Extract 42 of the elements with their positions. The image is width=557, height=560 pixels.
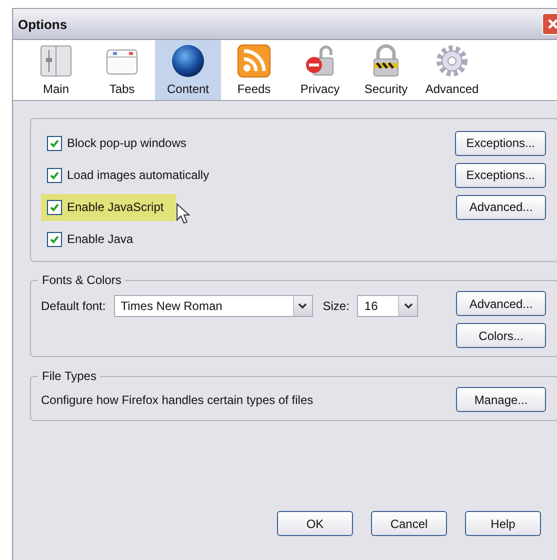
group-title: Fonts & Colors	[41, 273, 122, 287]
size-dropdown[interactable]: 16	[357, 295, 418, 317]
globe-icon	[171, 44, 205, 78]
option-label: Enable JavaScript	[67, 200, 164, 214]
toolbar-tab[interactable]: Content	[155, 40, 221, 100]
checkbox[interactable]	[47, 232, 62, 246]
fonts-button[interactable]: Colors...	[456, 323, 546, 348]
manage-button[interactable]: Manage...	[456, 387, 546, 412]
window-title: Options	[18, 16, 68, 32]
gear-icon	[435, 44, 469, 78]
checkbox[interactable]	[47, 168, 62, 182]
dialog-button[interactable]: Help	[465, 511, 541, 536]
dialog-button[interactable]: OK	[277, 511, 353, 536]
field-label: Size:	[322, 299, 350, 313]
dialog-button[interactable]: Cancel	[371, 511, 447, 536]
file-types-description: Configure how Firefox handles certain types of files	[41, 392, 314, 406]
option-label: Block pop-up windows	[67, 136, 186, 150]
switch-panel-icon	[39, 44, 73, 78]
close-icon	[546, 17, 557, 31]
option-button[interactable]: Exceptions...	[455, 162, 546, 188]
fonts-button[interactable]: Advanced...	[456, 291, 546, 316]
toolbar-tab[interactable]: Advanced	[419, 40, 485, 100]
mouse-pointer-icon	[176, 202, 190, 224]
option-button[interactable]: Exceptions...	[455, 130, 546, 156]
feed-icon	[237, 44, 271, 78]
toolbar-tab[interactable]: Security	[353, 40, 419, 100]
option-label: Load images automatically	[67, 168, 210, 182]
checkmark-icon	[50, 138, 59, 148]
option-button[interactable]: Advanced...	[456, 194, 546, 220]
toolbar-tab[interactable]: Privacy	[287, 40, 353, 100]
font-dropdown[interactable]: Times New Roman	[114, 295, 313, 317]
checkmark-icon	[50, 234, 59, 244]
field-label: Default font:	[41, 299, 106, 313]
toolbar-tab[interactable]: Main	[23, 40, 89, 100]
group-title: File Types	[41, 369, 98, 383]
checkbox[interactable]	[47, 200, 62, 214]
checkbox[interactable]	[47, 136, 62, 150]
option-label: Enable Java	[67, 232, 134, 246]
toolbar-tab[interactable]: Feeds	[221, 40, 287, 100]
checkmark-icon	[50, 202, 59, 212]
checkmark-icon	[50, 170, 59, 180]
toolbar-tab[interactable]: Tabs	[89, 40, 155, 100]
